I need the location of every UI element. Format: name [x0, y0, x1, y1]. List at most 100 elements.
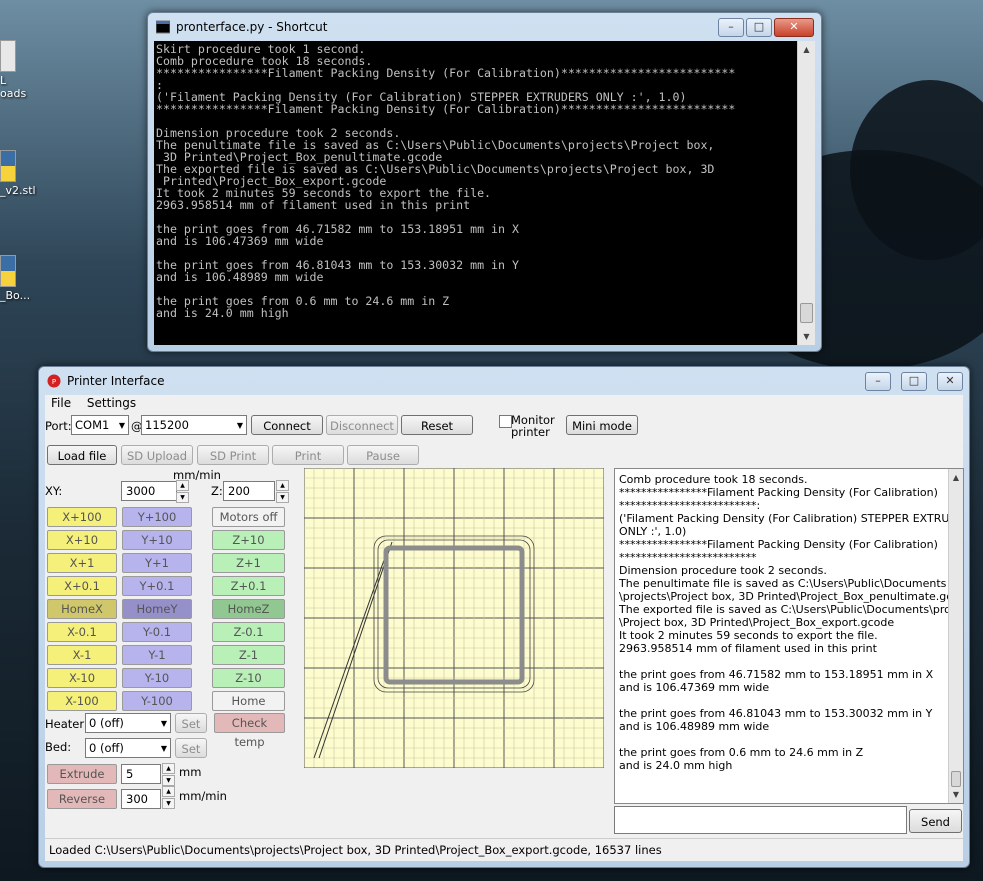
jog-y-10-button[interactable]: Y+10	[122, 530, 192, 550]
port-select[interactable]: COM1 ▼	[71, 415, 129, 435]
jog-homex-button[interactable]: HomeX	[47, 599, 117, 619]
jog-x-10-button[interactable]: X-10	[47, 668, 117, 688]
console-titlebar[interactable]: pronterface.py - Shortcut – □ ✕	[148, 13, 821, 41]
disconnect-button[interactable]: Disconnect	[326, 415, 398, 435]
printer-titlebar[interactable]: P Printer Interface – □ ✕	[39, 367, 969, 395]
scroll-thumb[interactable]	[951, 771, 961, 787]
print-button[interactable]: Print	[272, 445, 344, 465]
send-button[interactable]: Send	[909, 809, 962, 833]
jog-y-100-button[interactable]: Y-100	[122, 691, 192, 711]
jog-z-0-1-button[interactable]: Z+0.1	[212, 576, 285, 596]
jog-x-100-button[interactable]: X+100	[47, 507, 117, 527]
jog-z-10-button[interactable]: Z-10	[212, 668, 285, 688]
bed-set-button[interactable]: Set	[175, 738, 207, 758]
z-feedrate-label: Z:	[211, 484, 223, 498]
close-button[interactable]: ✕	[774, 18, 814, 37]
spin-down-icon[interactable]: ▼	[162, 798, 175, 809]
spin-down-icon[interactable]: ▼	[176, 492, 189, 503]
jog-z-0-1-button[interactable]: Z-0.1	[212, 622, 285, 642]
jog-z-10-button[interactable]: Z+10	[212, 530, 285, 550]
sd-print-button[interactable]: SD Print	[197, 445, 269, 465]
minimize-button[interactable]: –	[865, 372, 891, 391]
desktop-icon-downloads[interactable]: L oads	[0, 40, 40, 100]
command-input[interactable]	[614, 806, 907, 834]
close-button[interactable]: ✕	[937, 372, 963, 391]
extrude-rate-spinner[interactable]: ▲ ▼	[162, 786, 175, 809]
log-line: and is 24.0 mm high	[619, 759, 733, 772]
jog-y-1-button[interactable]: Y+1	[122, 553, 192, 573]
jog-y-1-button[interactable]: Y-1	[122, 645, 192, 665]
pause-button[interactable]: Pause	[347, 445, 419, 465]
reset-button[interactable]: Reset	[401, 415, 473, 435]
log-panel[interactable]: Comb procedure took 18 seconds. *********…	[614, 468, 964, 804]
console-output[interactable]: Skirt procedure took 1 second. Comb proce…	[154, 41, 815, 345]
chevron-down-icon: ▼	[118, 421, 125, 430]
maximize-button[interactable]: □	[901, 372, 927, 391]
jog-z-1-button[interactable]: Z+1	[212, 553, 285, 573]
desktop-icon-box[interactable]: _Bo...	[0, 255, 40, 302]
jog-homey-button[interactable]: HomeY	[122, 599, 192, 619]
z-feedrate-input[interactable]: 200	[223, 481, 275, 501]
mini-mode-button[interactable]: Mini mode	[566, 415, 638, 435]
desktop-icon-stl[interactable]: _v2.stl	[0, 150, 40, 197]
z-feedrate-spinner[interactable]: ▲ ▼	[276, 480, 289, 503]
spin-up-icon[interactable]: ▲	[162, 786, 175, 797]
baud-select[interactable]: 115200 ▼	[141, 415, 247, 435]
load-file-button[interactable]: Load file	[47, 445, 117, 465]
log-line: \Project box, 3D Printed\Project_Box_exp…	[619, 616, 895, 629]
scroll-thumb[interactable]	[800, 303, 813, 323]
scroll-down-icon[interactable]: ▼	[798, 328, 815, 345]
console-line: ****************Filament Packing Density…	[156, 66, 736, 80]
console-line: and is 106.47369 mm wide	[156, 234, 324, 248]
check-temp-button[interactable]: Check temp	[214, 713, 285, 749]
extrude-rate-input[interactable]: 300	[121, 789, 161, 809]
extrude-length-spinner[interactable]: ▲ ▼	[162, 763, 175, 786]
jog-motors-off-button[interactable]: Motors off	[212, 507, 285, 527]
jog-x-100-button[interactable]: X-100	[47, 691, 117, 711]
xy-feedrate-spinner[interactable]: ▲ ▼	[176, 480, 189, 503]
jog-homez-button[interactable]: HomeZ	[212, 599, 285, 619]
log-line: Dimension procedure took 2 seconds.	[619, 564, 827, 577]
minimize-button[interactable]: –	[718, 18, 744, 37]
jog-x-1-button[interactable]: X-1	[47, 645, 117, 665]
jog-z-1-button[interactable]: Z-1	[212, 645, 285, 665]
maximize-button[interactable]: □	[746, 18, 772, 37]
extrude-length-input[interactable]: 5	[121, 764, 161, 784]
jog-y-0-1-button[interactable]: Y+0.1	[122, 576, 192, 596]
console-scrollbar[interactable]: ▲ ▼	[797, 41, 815, 345]
extrude-rate-unit-label: mm/min	[179, 789, 227, 803]
extrude-button[interactable]: Extrude	[47, 764, 117, 784]
spin-up-icon[interactable]: ▲	[176, 480, 189, 491]
log-line: 2963.958514 mm of filament used in this …	[619, 642, 877, 655]
jog-x-0-1-button[interactable]: X-0.1	[47, 622, 117, 642]
jog-x-0-1-button[interactable]: X+0.1	[47, 576, 117, 596]
xy-feedrate-input[interactable]: 3000	[121, 481, 177, 501]
print-bed-preview[interactable]	[303, 467, 605, 769]
spin-down-icon[interactable]: ▼	[162, 775, 175, 786]
menu-settings[interactable]: Settings	[81, 395, 142, 411]
log-line: and is 106.48989 mm wide	[619, 720, 770, 733]
heater-select[interactable]: 0 (off) ▼	[85, 713, 171, 733]
jog-home-button[interactable]: Home	[212, 691, 285, 711]
spin-down-icon[interactable]: ▼	[276, 492, 289, 503]
scroll-up-icon[interactable]: ▲	[798, 41, 815, 58]
jog-x-1-button[interactable]: X+1	[47, 553, 117, 573]
sd-upload-button[interactable]: SD Upload	[121, 445, 193, 465]
pronterface-app-icon: P	[47, 374, 61, 388]
log-line: *************************	[619, 551, 757, 564]
reverse-button[interactable]: Reverse	[47, 789, 117, 809]
menu-file[interactable]: File	[45, 395, 77, 411]
connect-button[interactable]: Connect	[251, 415, 323, 435]
scroll-up-icon[interactable]: ▲	[949, 469, 963, 486]
log-scrollbar[interactable]: ▲ ▼	[948, 469, 963, 803]
spin-up-icon[interactable]: ▲	[276, 480, 289, 491]
jog-y-0-1-button[interactable]: Y-0.1	[122, 622, 192, 642]
jog-y-100-button[interactable]: Y+100	[122, 507, 192, 527]
spin-up-icon[interactable]: ▲	[162, 763, 175, 774]
bed-select[interactable]: 0 (off) ▼	[85, 738, 171, 758]
jog-x-10-button[interactable]: X+10	[47, 530, 117, 550]
jog-y-10-button[interactable]: Y-10	[122, 668, 192, 688]
heater-set-button[interactable]: Set	[175, 713, 207, 733]
scroll-down-icon[interactable]: ▼	[949, 786, 963, 803]
